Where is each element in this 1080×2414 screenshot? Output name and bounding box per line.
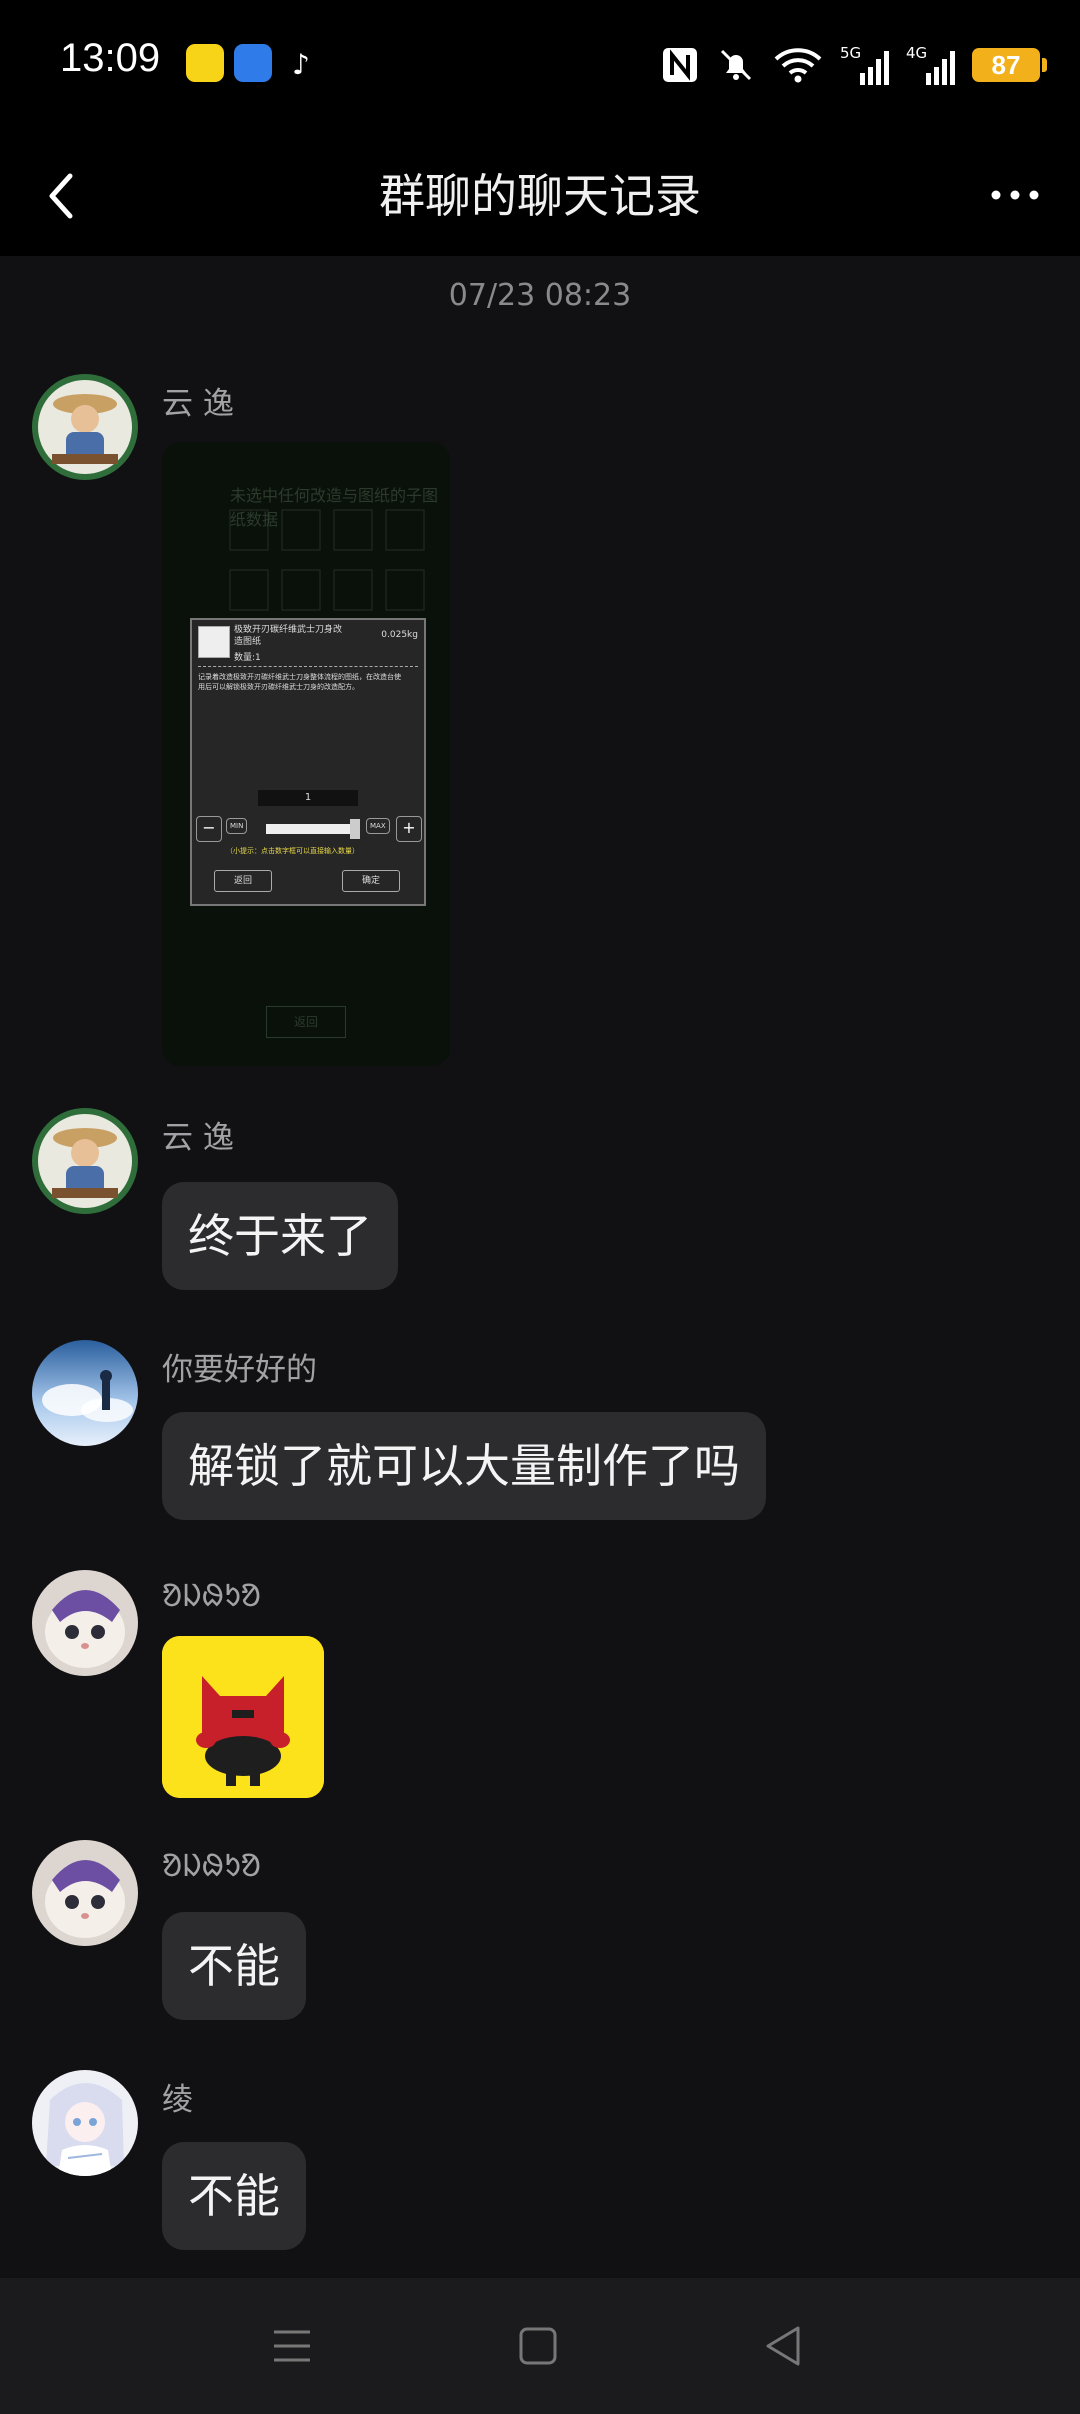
minus-icon: − xyxy=(196,816,222,842)
quantity-slider xyxy=(266,819,360,839)
top-bar: 群聊的聊天记录 xyxy=(0,130,1080,256)
system-nav-bar xyxy=(0,2278,1080,2414)
tiktok-icon: ♪ xyxy=(282,44,320,82)
message-bubble[interactable]: 终于来了 xyxy=(162,1182,398,1290)
quantity-value: 1 xyxy=(304,792,312,803)
sticker-message[interactable] xyxy=(162,1636,324,1798)
item-weight: 0.025kg xyxy=(381,630,418,640)
network-5g-label: 5G xyxy=(840,44,861,62)
divider xyxy=(198,666,418,667)
mute-icon xyxy=(720,49,752,81)
signal-4g-icon: 4G xyxy=(906,44,955,85)
status-bar: 13:09 ♪ 5G 4G 87 xyxy=(0,0,1080,130)
back-icon[interactable] xyxy=(752,2314,816,2378)
image-message[interactable]: 未选中任何改造与图纸的子图纸数据 极致开刃碳纤维武士刀身改造图纸 0.025kg… xyxy=(162,442,450,1066)
status-time: 13:09 xyxy=(60,36,161,80)
avatar[interactable] xyxy=(32,1340,138,1446)
message-bubble[interactable]: 不能 xyxy=(162,1912,306,2020)
image-bottom-back: 返回 xyxy=(266,1006,346,1038)
svg-text:♪: ♪ xyxy=(292,48,310,81)
menu-icon[interactable] xyxy=(260,2314,324,2378)
avatar[interactable] xyxy=(32,1108,138,1214)
more-options-icon[interactable] xyxy=(980,170,1050,220)
message-bubble[interactable]: 解锁了就可以大量制作了吗 xyxy=(162,1412,766,1520)
sender-name: 绫 xyxy=(162,2082,193,2118)
item-description-2: 用后可以解锁极致开刃碳纤维武士刀身的改造配方。 xyxy=(198,683,359,691)
max-button: MAX xyxy=(366,818,390,834)
item-description-1: 记录着改造极致开刃碳纤维武士刀身整体流程的图纸，在改造台使 xyxy=(198,673,401,681)
home-icon[interactable] xyxy=(506,2314,570,2378)
image-dialog: 极致开刃碳纤维武士刀身改造图纸 0.025kg 数量:1 记录着改造极致开刃碳纤… xyxy=(190,618,426,906)
chat-timestamp: 07/23 08:23 xyxy=(448,278,632,313)
page-title: 群聊的聊天记录 xyxy=(379,169,701,223)
message-bubble[interactable]: 不能 xyxy=(162,2142,306,2250)
quantity-box: 1 xyxy=(258,790,358,806)
avatar[interactable] xyxy=(32,2070,138,2176)
avatar[interactable] xyxy=(32,1840,138,1946)
status-icons: 5G 4G 87 xyxy=(660,40,1047,90)
notification-app-icon xyxy=(186,44,224,82)
min-button: MIN xyxy=(226,818,248,834)
sender-name: 云 逸 xyxy=(162,386,234,422)
dialog-back-button: 返回 xyxy=(214,870,272,892)
item-name: 极致开刃碳纤维武士刀身改造图纸 xyxy=(234,625,343,647)
battery-level: 87 xyxy=(991,50,1021,80)
notification-app-icon xyxy=(234,44,272,82)
plus-icon: + xyxy=(396,816,422,842)
sender-name: ᱚᱡᱷᱩᱚ xyxy=(162,1578,261,1614)
wifi-icon xyxy=(774,48,822,83)
network-4g-label: 4G xyxy=(906,44,927,62)
avatar[interactable] xyxy=(32,1570,138,1676)
input-hint: （小提示：点击数字框可以直接输入数量） xyxy=(226,847,359,855)
item-icon xyxy=(198,626,230,658)
dialog-confirm-button: 确定 xyxy=(342,870,400,892)
avatar[interactable] xyxy=(32,374,138,480)
battery-icon: 87 xyxy=(972,48,1047,82)
slider-thumb xyxy=(350,819,360,839)
item-count: 数量:1 xyxy=(234,653,261,663)
signal-5g-icon: 5G xyxy=(840,44,889,85)
sender-name: ᱚᱡᱷᱩᱚ xyxy=(162,1848,261,1884)
sender-name: 你要好好的 xyxy=(162,1352,317,1388)
image-bg-grid xyxy=(226,508,436,618)
sender-name: 云 逸 xyxy=(162,1120,234,1156)
nfc-icon xyxy=(663,48,697,82)
